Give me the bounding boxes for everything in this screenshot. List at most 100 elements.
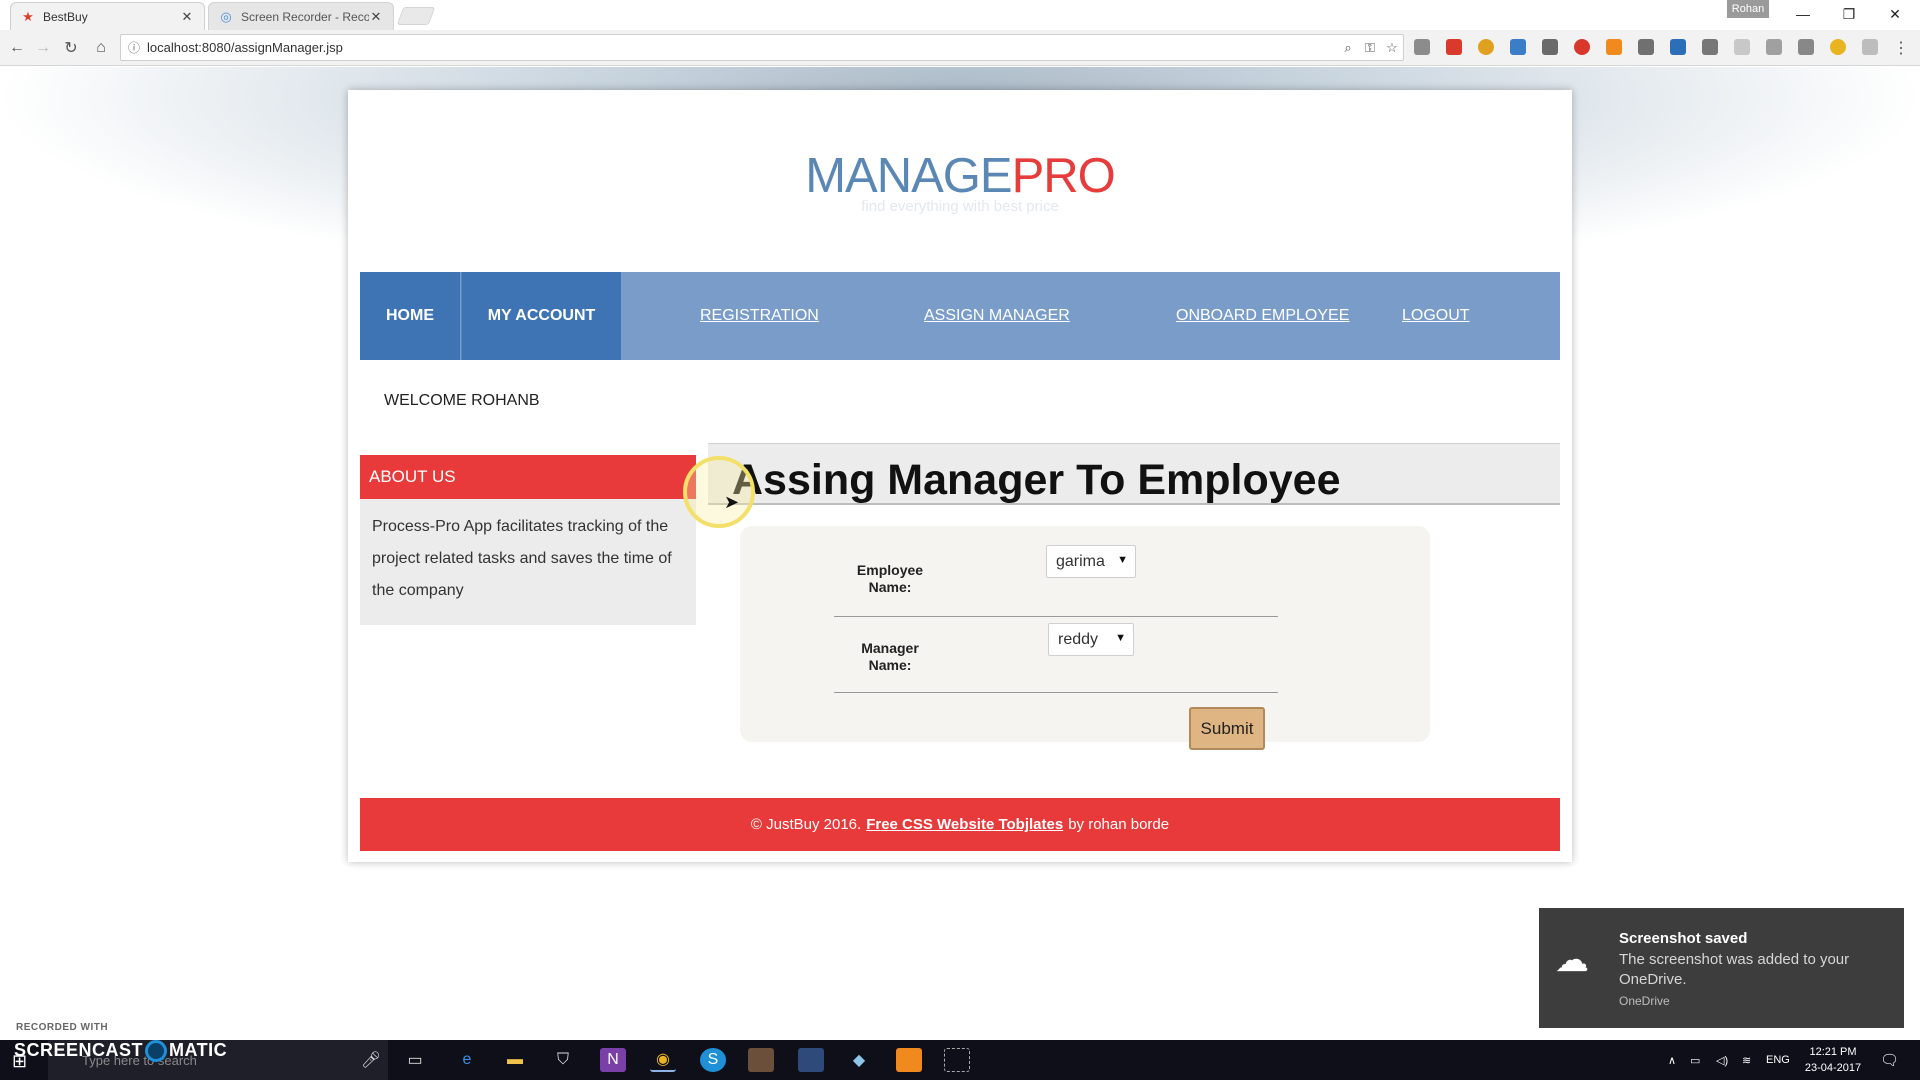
reload-icon[interactable]: ↻ — [60, 37, 82, 59]
clock-date: 23-04-2017 — [1804, 1062, 1862, 1074]
welcome-message: WELCOME ROHANB — [384, 392, 540, 409]
employee-name-label: Employee Name: — [856, 562, 924, 595]
manager-select-value: reddy — [1058, 630, 1099, 648]
key-icon[interactable]: ⚿ — [1359, 40, 1381, 56]
tab-screen-recorder[interactable]: ◎ Screen Recorder - Recor ✕ — [208, 2, 394, 30]
file-explorer-icon[interactable]: ▬ — [502, 1048, 528, 1072]
dropdown-arrow-icon: ▼ — [1117, 554, 1128, 566]
close-window-icon[interactable]: ✕ — [1872, 0, 1918, 28]
extension-icon[interactable] — [1830, 39, 1846, 55]
zoom-icon[interactable]: ⌕ — [1337, 40, 1359, 56]
bookmark-star-icon[interactable]: ☆ — [1381, 40, 1403, 56]
recorded-with-text: RECORDED WITH — [16, 1022, 109, 1033]
edge-icon[interactable]: e — [454, 1048, 480, 1072]
home-icon[interactable]: ⌂ — [90, 37, 112, 59]
assign-manager-form: Employee Name: garima ▼ Manager Name: re… — [740, 526, 1430, 750]
close-tab-icon[interactable]: ✕ — [369, 9, 383, 25]
screencast-o-matic-watermark: SCREENCAST MATIC — [14, 1040, 227, 1063]
site-footer: © JustBuy 2016. Free CSS Website Tobjlat… — [360, 798, 1560, 851]
employee-select-value: garima — [1056, 552, 1105, 570]
extension-icon[interactable] — [1606, 39, 1622, 55]
about-panel: ABOUT US Process-Pro App facilitates tra… — [360, 455, 696, 625]
store-icon[interactable]: ⛉ — [550, 1048, 576, 1072]
extension-icon[interactable] — [1414, 39, 1430, 55]
mouse-pointer-icon: ➤ — [724, 492, 740, 512]
site-logo[interactable]: MANAGEPRO — [348, 148, 1572, 204]
app-icon[interactable] — [748, 1048, 774, 1072]
clock-time: 12:21 PM — [1809, 1046, 1857, 1058]
dropdown-arrow-icon: ▼ — [1115, 632, 1126, 644]
submit-button[interactable]: Submit — [1189, 707, 1265, 750]
language-indicator[interactable]: ENG — [1766, 1040, 1790, 1080]
footer-copyright: © JustBuy 2016. — [750, 816, 862, 833]
nav-onboard-employee[interactable]: ONBOARD EMPLOYEE — [1176, 272, 1349, 360]
employee-select[interactable]: garima ▼ — [1046, 545, 1136, 578]
tab-title: BestBuy — [43, 9, 88, 24]
extension-icon[interactable] — [1798, 39, 1814, 55]
extension-icon[interactable] — [1862, 39, 1878, 55]
minimize-icon[interactable]: — — [1780, 0, 1826, 28]
extension-icon[interactable] — [1670, 39, 1686, 55]
cast-icon[interactable] — [1542, 39, 1558, 55]
back-icon[interactable]: ← — [6, 37, 28, 59]
forward-icon[interactable]: → — [32, 37, 54, 59]
extension-icon[interactable] — [1638, 39, 1654, 55]
tab-bestbuy[interactable]: ★ BestBuy ✕ — [10, 2, 205, 30]
extension-icon[interactable] — [1702, 39, 1718, 55]
chrome-icon[interactable]: ◉ — [650, 1048, 676, 1072]
nav-home[interactable]: HOME — [360, 272, 460, 360]
browser-toolbar: ← → ↻ ⌂ ⓘ localhost:8080/assignManager.j… — [0, 30, 1920, 66]
restore-icon[interactable]: ❐ — [1826, 0, 1872, 28]
action-center-icon[interactable]: 🗨︎ — [1880, 1040, 1899, 1080]
profile-badge[interactable]: Rohan — [1727, 0, 1769, 18]
manager-name-label: Manager Name: — [861, 640, 919, 673]
extension-icon[interactable] — [1734, 39, 1750, 55]
extension-icon[interactable] — [1446, 39, 1462, 55]
task-view-icon[interactable]: ▭ — [402, 1048, 428, 1072]
form-divider — [834, 692, 1278, 693]
nav-my-account[interactable]: MY ACCOUNT — [461, 272, 621, 360]
skype-icon[interactable]: S — [700, 1048, 726, 1072]
nav-registration[interactable]: REGISTRATION — [700, 272, 819, 360]
extension-icon[interactable] — [1766, 39, 1782, 55]
tab-strip: ★ BestBuy ✕ ◎ Screen Recorder - Recor ✕ … — [0, 0, 1920, 30]
volume-icon[interactable]: ◁) — [1716, 1040, 1728, 1080]
app-icon[interactable]: ◆ — [846, 1048, 872, 1072]
nav-assign-manager[interactable]: ASSIGN MANAGER — [924, 272, 1070, 360]
wifi-icon[interactable]: ≋ — [1742, 1040, 1751, 1080]
main-nav: HOME MY ACCOUNT REGISTRATION ASSIGN MANA… — [360, 272, 1560, 360]
toast-title: Screenshot saved — [1619, 930, 1748, 947]
show-hidden-icons-icon[interactable]: ∧ — [1668, 1040, 1676, 1080]
nav-logout[interactable]: LOGOUT — [1402, 272, 1470, 360]
microphone-icon[interactable]: 🎤︎ — [358, 1048, 384, 1072]
extension-icon[interactable] — [1510, 39, 1526, 55]
logo-pro: PRO — [1011, 149, 1116, 203]
manager-select[interactable]: reddy ▼ — [1048, 623, 1134, 656]
address-bar[interactable]: ⓘ localhost:8080/assignManager.jsp ⌕ ⚿ ☆ — [120, 34, 1404, 61]
site-tagline: find everything with best price — [861, 198, 1059, 215]
info-icon[interactable]: ⓘ — [121, 39, 147, 56]
page-title: Assing Manager To Employee — [732, 456, 1341, 504]
snipping-tool-icon[interactable] — [944, 1048, 970, 1072]
clock[interactable]: 12:21 PM 23-04-2017 — [1798, 1044, 1868, 1076]
menu-icon[interactable]: ⋮ — [1890, 37, 1912, 59]
about-heading: ABOUT US — [360, 455, 696, 499]
extension-icon[interactable] — [1478, 39, 1494, 55]
close-tab-icon[interactable]: ✕ — [180, 9, 194, 25]
url-text: localhost:8080/assignManager.jsp — [147, 40, 343, 55]
screenshot-toast[interactable]: ☁ Screenshot saved The screenshot was ad… — [1539, 908, 1904, 1028]
toast-body: The screenshot was added to your OneDriv… — [1619, 951, 1850, 988]
app-icon[interactable] — [896, 1048, 922, 1072]
form-divider — [834, 616, 1278, 617]
click-highlight — [683, 456, 755, 528]
toast-source: OneDrive — [1619, 994, 1670, 1008]
app-icon[interactable] — [798, 1048, 824, 1072]
network-icon[interactable]: ▭ — [1690, 1040, 1700, 1080]
footer-templates-link[interactable]: Free CSS Website Tobjlates — [866, 816, 1063, 833]
onenote-icon[interactable]: N — [600, 1048, 626, 1072]
extension-icon[interactable] — [1574, 39, 1590, 55]
star-favicon-icon: ★ — [22, 8, 34, 24]
about-text: Process-Pro App facilitates tracking of … — [372, 518, 672, 599]
tab-title: Screen Recorder - Recor — [241, 9, 369, 24]
new-tab-button[interactable] — [396, 7, 436, 25]
